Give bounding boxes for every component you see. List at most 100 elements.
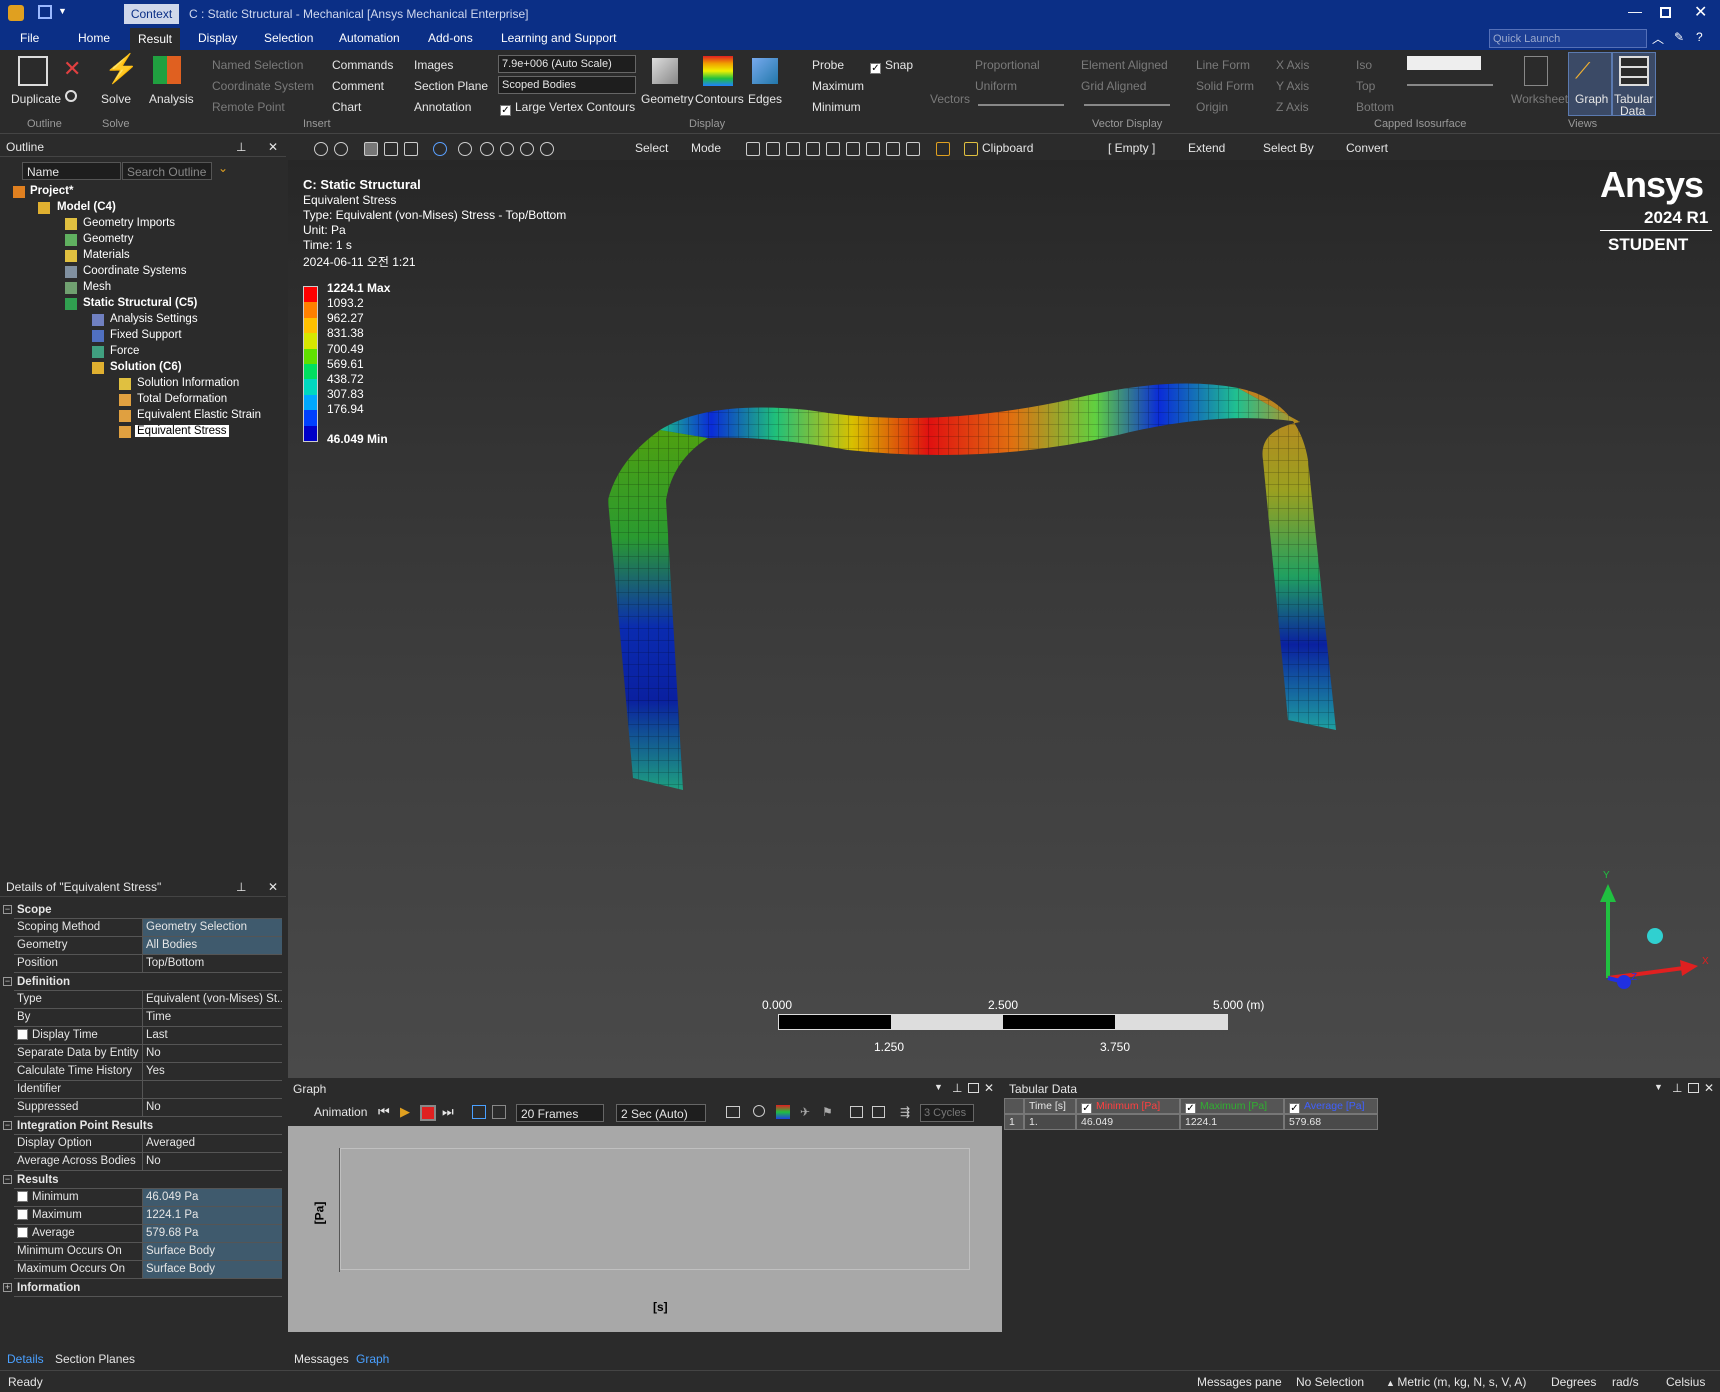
pane-dropdown-icon[interactable]: ▼ [1654,1082,1663,1092]
detail-value[interactable]: Top/Bottom [142,955,282,972]
select-coord-icon[interactable] [886,142,900,156]
remote-point-button[interactable]: Remote Point [212,100,285,114]
probe-icon[interactable]: ⚑ [822,1105,833,1119]
tree-item-total-deformation[interactable]: Total Deformation [137,393,227,405]
z-axis-button[interactable]: Z Axis [1276,100,1309,114]
detail-row[interactable]: Average Across Bodies No [14,1153,282,1171]
annotation-button[interactable]: Annotation [414,100,471,114]
print-icon[interactable] [872,1106,885,1118]
maximum-series-checkbox[interactable] [1185,1103,1196,1113]
tree-item-equivalent-elastic-strain[interactable]: Equivalent Elastic Strain [137,409,261,421]
detail-row[interactable]: By Time [14,1009,282,1027]
distributed-icon[interactable] [472,1105,486,1119]
result-sets-icon[interactable] [492,1105,506,1119]
maximize-icon[interactable] [1688,1083,1699,1093]
degrees-button[interactable]: Degrees [1551,1375,1596,1389]
zoom-out-icon[interactable] [334,142,348,156]
proportional-button[interactable]: Proportional [975,58,1040,72]
vector-length-slider[interactable] [978,104,1064,106]
tab-section-planes[interactable]: Section Planes [55,1352,135,1366]
graph-button[interactable]: Graph [1575,92,1608,106]
line-form-button[interactable]: Line Form [1196,58,1250,72]
extend-button[interactable]: Extend [1188,141,1225,155]
grid-aligned-button[interactable]: Grid Aligned [1081,79,1146,93]
first-frame-icon[interactable]: ⏮ [378,1104,390,1120]
select-mesh-icon[interactable] [866,142,880,156]
temperature-button[interactable]: Celsius [1666,1375,1705,1389]
cycle-icon[interactable]: ⇶ [900,1105,910,1119]
close-icon[interactable]: ✕ [984,1081,994,1095]
vector-density-slider[interactable] [1084,104,1170,106]
wireframe-icon[interactable] [404,142,418,156]
stress-contour-model[interactable] [288,160,1720,1078]
col-header-time[interactable]: Time [s] [1024,1098,1076,1114]
detail-value[interactable]: No [142,1153,282,1170]
tree-item-model[interactable]: Model (C4) [57,201,116,213]
help-icon[interactable]: ? [1696,30,1703,44]
vectors-button[interactable]: Vectors [930,92,970,106]
box-zoom-icon[interactable] [500,142,514,156]
solve-button[interactable]: Solve [101,92,131,106]
cell-average[interactable]: 579.68 [1284,1114,1378,1130]
detail-value[interactable]: Equivalent (von-Mises) St... [142,991,282,1008]
delete-icon[interactable]: ✕ [63,56,81,82]
zoom-fit-icon[interactable] [314,142,328,156]
pin-icon[interactable]: ⊥ [952,1081,962,1095]
solid-form-button[interactable]: Solid Form [1196,79,1254,93]
col-header-minimum[interactable]: Minimum [Pa] [1076,1098,1180,1114]
tree-item-mesh[interactable]: Mesh [83,281,111,293]
duration-select[interactable]: 2 Sec (Auto) [616,1104,706,1122]
detail-value[interactable] [142,1081,282,1098]
outline-search-input[interactable]: Search Outline [122,162,212,180]
mode-button[interactable]: Mode [691,141,721,155]
settings-icon[interactable]: ✈ [800,1105,810,1119]
play-icon[interactable]: ▶ [400,1104,410,1120]
collapse-scope-icon[interactable]: − [3,905,12,914]
images-button[interactable]: Images [414,58,453,72]
average-series-checkbox[interactable] [1289,1103,1300,1113]
messages-pane-button[interactable]: Messages pane [1197,1375,1282,1389]
section-results[interactable]: Results [14,1171,282,1189]
stop-icon[interactable] [420,1105,436,1121]
tab-graph[interactable]: Graph [356,1352,389,1366]
snap-checkbox[interactable]: Snap [870,58,913,74]
legend-icon[interactable] [776,1105,790,1119]
maximum-button[interactable]: Maximum [812,79,864,93]
select-vertex-icon[interactable] [746,142,760,156]
iso-button[interactable]: Iso [1356,58,1372,72]
tree-item-analysis-settings[interactable]: Analysis Settings [110,313,198,325]
rotate-icon[interactable] [433,142,447,156]
origin-button[interactable]: Origin [1196,100,1228,114]
detail-row[interactable]: Maximum 1224.1 Pa [14,1207,282,1225]
scale-select[interactable]: 7.9e+006 (Auto Scale) [498,55,636,73]
tree-item-equivalent-stress[interactable]: Equivalent Stress [135,425,229,437]
search-icon[interactable] [65,90,77,102]
pan-icon[interactable] [458,142,472,156]
detail-row[interactable]: Suppressed No [14,1099,282,1117]
detail-value[interactable]: Yes [142,1063,282,1080]
y-axis-button[interactable]: Y Axis [1276,79,1309,93]
analysis-button[interactable]: Analysis [149,92,194,106]
select-body-icon[interactable] [806,142,820,156]
export-video-icon[interactable] [726,1106,740,1118]
tab-selection[interactable]: Selection [264,31,313,45]
magnifier-icon[interactable] [540,142,554,156]
pin-icon[interactable]: ⊥ [1672,1081,1682,1095]
edges-icon[interactable] [752,58,778,84]
section-integration-point-results[interactable]: Integration Point Results [14,1117,282,1135]
save-icon[interactable] [38,5,52,19]
dropdown-arrow-icon[interactable]: ▼ [58,6,67,16]
named-selection-button[interactable]: Named Selection [212,58,303,72]
filter-dropdown-icon[interactable]: ⌄ [218,161,228,175]
solve-icon[interactable]: ⚡ [104,54,139,84]
tab-learning[interactable]: Learning and Support [501,31,616,45]
tree-item-solution-information[interactable]: Solution Information [137,377,239,389]
detail-row[interactable]: Calculate Time History Yes [14,1063,282,1081]
detail-value[interactable]: Time [142,1009,282,1026]
tab-messages[interactable]: Messages [294,1352,349,1366]
outline-name-filter[interactable]: Name [22,162,121,180]
pane-dropdown-icon[interactable]: ▼ [934,1082,943,1092]
chart-icon[interactable] [936,142,950,156]
detail-row[interactable]: Geometry All Bodies [14,937,282,955]
rads-button[interactable]: rad/s [1612,1375,1639,1389]
